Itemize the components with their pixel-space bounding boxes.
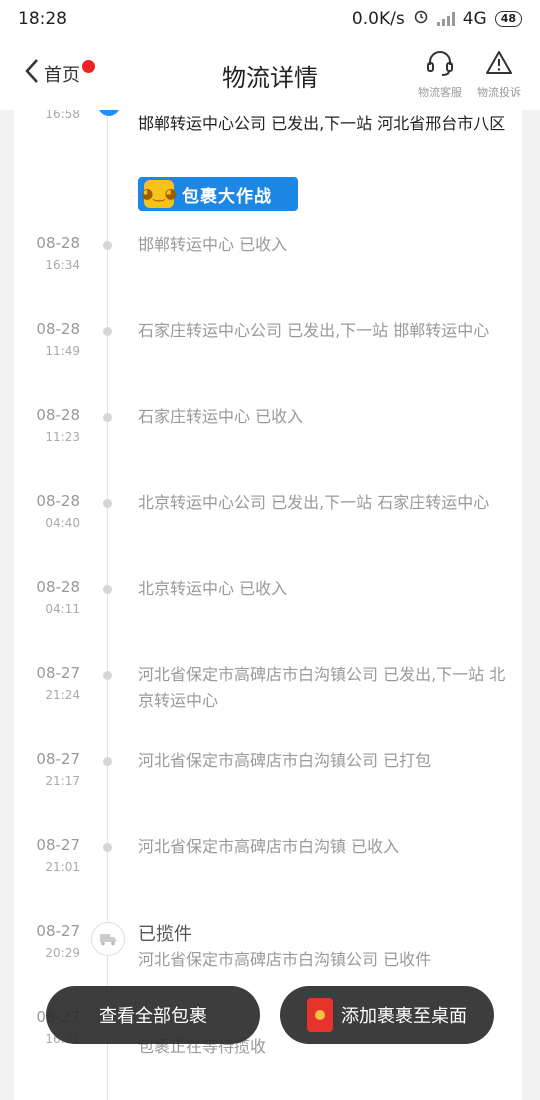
entry-time: 21:24 — [45, 688, 80, 702]
view-all-packages-button[interactable]: 查看全部包裹 — [46, 986, 260, 1044]
warning-icon — [471, 48, 527, 78]
network-type: 4G — [462, 8, 487, 29]
add-to-desktop-label: 添加裹裹至桌面 — [341, 1006, 467, 1027]
entry-time: 21:01 — [45, 860, 80, 874]
battery-indicator: 48 — [494, 10, 522, 27]
headset-icon — [412, 48, 468, 78]
entry-date: 08-28 — [36, 320, 80, 338]
entry-description: 河北省保定市高碑店市白沟镇公司 已收件 — [138, 950, 432, 969]
entry-date: 08-27 — [36, 750, 80, 768]
timeline-dot — [103, 499, 112, 508]
status-indicators: 0.0K/s 4G 48 — [352, 8, 522, 29]
logistics-complaint-button[interactable]: 物流投诉 — [471, 48, 527, 100]
entry-description: 河北省保定市高碑店市白沟镇公司 已打包 — [138, 751, 432, 770]
timeline-dot — [103, 327, 112, 336]
status-bar: 18:28 0.0K/s 4G 48 — [0, 0, 540, 38]
status-time: 18:28 — [18, 9, 67, 29]
entry-date: 08-27 — [36, 836, 80, 854]
entry-stage: 已揽件 — [138, 924, 192, 945]
entry-date: 08-28 — [36, 234, 80, 252]
entry-date: 08-28 — [36, 578, 80, 596]
logistics-service-label: 物流客服 — [418, 86, 462, 99]
timeline-dot — [103, 671, 112, 680]
entry-description: 石家庄转运中心 已收入 — [138, 407, 304, 426]
entry-time: 20:29 — [45, 946, 80, 960]
logistics-service-button[interactable]: 物流客服 — [412, 48, 468, 100]
view-all-packages-label: 查看全部包裹 — [99, 1006, 207, 1027]
timeline-dot — [103, 585, 112, 594]
banner-label: 包裹大作战 — [182, 186, 272, 207]
entry-description: 邯郸转运中心 已收入 — [138, 235, 288, 254]
entry-description: 北京转运中心 已收入 — [138, 579, 288, 598]
truck-icon — [91, 922, 125, 956]
timeline-dot — [103, 413, 112, 422]
alarm-icon — [413, 8, 429, 29]
entry-date: 08-27 — [36, 922, 80, 940]
entry-time: 16:34 — [45, 258, 80, 272]
entry-time: 04:11 — [45, 602, 80, 616]
package-battle-banner[interactable]: ◕‿◕ 包裹大作战 — [138, 177, 298, 211]
timeline-dot — [103, 843, 112, 852]
wifi-signal-icon — [436, 11, 455, 26]
emoji-face-icon: ◕‿◕ — [141, 180, 177, 208]
logistics-timeline-card: 16:58 邯郸转运中心公司 已发出,下一站 河北省邢台市八区 ◕‿◕ 包裹大作… — [14, 110, 522, 1100]
entry-time: 04:40 — [45, 516, 80, 530]
timeline-dot — [103, 757, 112, 766]
entry-date: 08-28 — [36, 492, 80, 510]
app-header: 首页 物流详情 物流客服 物流投诉 — [0, 38, 540, 110]
entry-description: 石家庄转运中心公司 已发出,下一站 邯郸转运中心 — [138, 321, 490, 340]
entry-description: 河北省保定市高碑店市白沟镇公司 已发出,下一站 北京转运中心 — [138, 665, 506, 710]
entry-time: 21:17 — [45, 774, 80, 788]
entry-date: 08-27 — [36, 664, 80, 682]
logistics-complaint-label: 物流投诉 — [477, 86, 521, 99]
network-speed: 0.0K/s — [351, 8, 405, 29]
entry-description: 河北省保定市高碑店市白沟镇 已收入 — [138, 837, 400, 856]
entry-date: 08-28 — [36, 406, 80, 424]
red-packet-icon — [307, 998, 333, 1032]
timeline-dot — [103, 241, 112, 250]
entry-description: 北京转运中心公司 已发出,下一站 石家庄转运中心 — [138, 493, 490, 512]
entry-time: 11:23 — [45, 430, 80, 444]
add-to-desktop-button[interactable]: 添加裹裹至桌面 — [280, 986, 494, 1044]
entry-description: 邯郸转运中心公司 已发出,下一站 河北省邢台市八区 — [138, 114, 506, 133]
current-status-dot — [98, 110, 120, 116]
entry-time: 16:58 — [45, 110, 80, 121]
entry-time: 11:49 — [45, 344, 80, 358]
